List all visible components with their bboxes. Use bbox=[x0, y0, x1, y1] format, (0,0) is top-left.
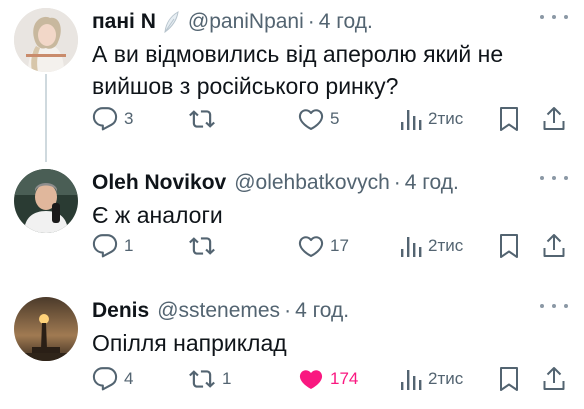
reply-button[interactable]: 3 bbox=[92, 104, 133, 134]
repost-icon bbox=[189, 237, 215, 255]
tweet-text: Опілля наприклад bbox=[92, 327, 287, 359]
repost-icon bbox=[189, 110, 215, 128]
reply-icon bbox=[92, 367, 118, 391]
separator: · bbox=[307, 10, 315, 33]
reply-icon bbox=[92, 234, 118, 258]
display-name[interactable]: пані N bbox=[92, 10, 156, 34]
timestamp[interactable]: 4 год. bbox=[405, 171, 459, 195]
separator: · bbox=[284, 299, 292, 322]
views-button[interactable]: 2тис bbox=[400, 231, 463, 261]
like-icon bbox=[298, 236, 324, 257]
views-count: 2тис bbox=[428, 109, 464, 128]
reply-count: 1 bbox=[124, 236, 134, 255]
views-count: 2тис bbox=[428, 236, 464, 255]
like-icon bbox=[299, 370, 323, 389]
repost-count: 1 bbox=[222, 369, 232, 388]
bookmark-icon bbox=[500, 234, 518, 258]
reply-count: 4 bbox=[124, 369, 134, 388]
handle[interactable]: @sstenemes bbox=[157, 299, 280, 323]
action-bar: 1 17 2тис bbox=[92, 231, 568, 261]
views-icon bbox=[401, 237, 422, 257]
share-button[interactable] bbox=[542, 364, 566, 394]
bookmark-icon bbox=[500, 107, 518, 131]
display-name[interactable]: Oleh Novikov bbox=[92, 171, 226, 195]
action-bar: 4 1 174 2тис bbox=[92, 364, 568, 394]
tweet-header: Oleh Novikov @olehbatkovych · 4 год. bbox=[92, 169, 459, 197]
share-icon bbox=[543, 367, 565, 390]
bookmark-button[interactable] bbox=[498, 231, 520, 261]
bookmark-icon bbox=[500, 367, 518, 391]
tweet-1[interactable]: пані N @paniNpani · 4 год. А ви відмовил… bbox=[0, 2, 584, 152]
tweet-text-line: Опілля наприклад bbox=[92, 330, 287, 356]
bookmark-button[interactable] bbox=[498, 364, 520, 394]
more-icon[interactable] bbox=[540, 169, 568, 187]
tweet-3[interactable]: Denis @sstenemes · 4 год. Опілля наприкл… bbox=[0, 291, 584, 409]
like-count: 17 bbox=[330, 236, 349, 255]
like-count: 174 bbox=[330, 369, 359, 388]
views-button[interactable]: 2тис bbox=[400, 104, 463, 134]
repost-button[interactable]: 1 bbox=[188, 364, 231, 394]
like-count: 5 bbox=[330, 109, 340, 128]
tweet-header: пані N @paniNpani · 4 год. bbox=[92, 8, 373, 36]
bookmark-button[interactable] bbox=[498, 104, 520, 134]
views-count: 2тис bbox=[428, 369, 464, 388]
tweet-2[interactable]: Oleh Novikov @olehbatkovych · 4 год. Є ж… bbox=[0, 163, 584, 283]
repost-button[interactable] bbox=[188, 104, 222, 134]
reply-count: 3 bbox=[124, 109, 134, 128]
repost-icon bbox=[189, 370, 215, 388]
views-button[interactable]: 2тис bbox=[400, 364, 463, 394]
timestamp[interactable]: 4 год. bbox=[319, 10, 373, 34]
reply-button[interactable]: 4 bbox=[92, 364, 133, 394]
share-icon bbox=[543, 234, 565, 257]
reply-button[interactable]: 1 bbox=[92, 231, 133, 261]
share-button[interactable] bbox=[542, 231, 566, 261]
handle[interactable]: @olehbatkovych bbox=[234, 171, 390, 195]
like-button[interactable]: 17 bbox=[298, 231, 349, 261]
more-icon[interactable] bbox=[540, 297, 568, 315]
feather-icon bbox=[162, 11, 180, 33]
like-button[interactable]: 174 bbox=[298, 364, 358, 394]
avatar[interactable] bbox=[14, 8, 78, 72]
share-icon bbox=[543, 107, 565, 130]
like-icon bbox=[298, 109, 324, 130]
avatar[interactable] bbox=[14, 169, 78, 233]
display-name[interactable]: Denis bbox=[92, 299, 149, 323]
tweet-header: Denis @sstenemes · 4 год. bbox=[92, 297, 349, 325]
share-button[interactable] bbox=[542, 104, 566, 134]
views-icon bbox=[401, 110, 422, 130]
more-icon[interactable] bbox=[540, 8, 568, 26]
views-icon bbox=[401, 370, 422, 390]
tweet-text: Є ж аналоги bbox=[92, 199, 223, 231]
timestamp[interactable]: 4 год. bbox=[295, 299, 349, 323]
avatar[interactable] bbox=[14, 297, 78, 361]
tweet-text: А ви відмовились від аперолю який не вий… bbox=[92, 38, 503, 102]
tweet-text-line: А ви відмовились від аперолю який не bbox=[92, 41, 504, 67]
like-button[interactable]: 5 bbox=[298, 104, 339, 134]
reply-icon bbox=[92, 107, 118, 131]
tweet-text-line: Є ж аналоги bbox=[92, 202, 223, 228]
repost-button[interactable] bbox=[188, 231, 222, 261]
handle[interactable]: @paniNpani bbox=[188, 10, 304, 34]
separator: · bbox=[393, 171, 401, 194]
action-bar: 3 5 2тис bbox=[92, 104, 568, 134]
tweet-text-line: вийшов з російського ринку? bbox=[92, 73, 399, 99]
